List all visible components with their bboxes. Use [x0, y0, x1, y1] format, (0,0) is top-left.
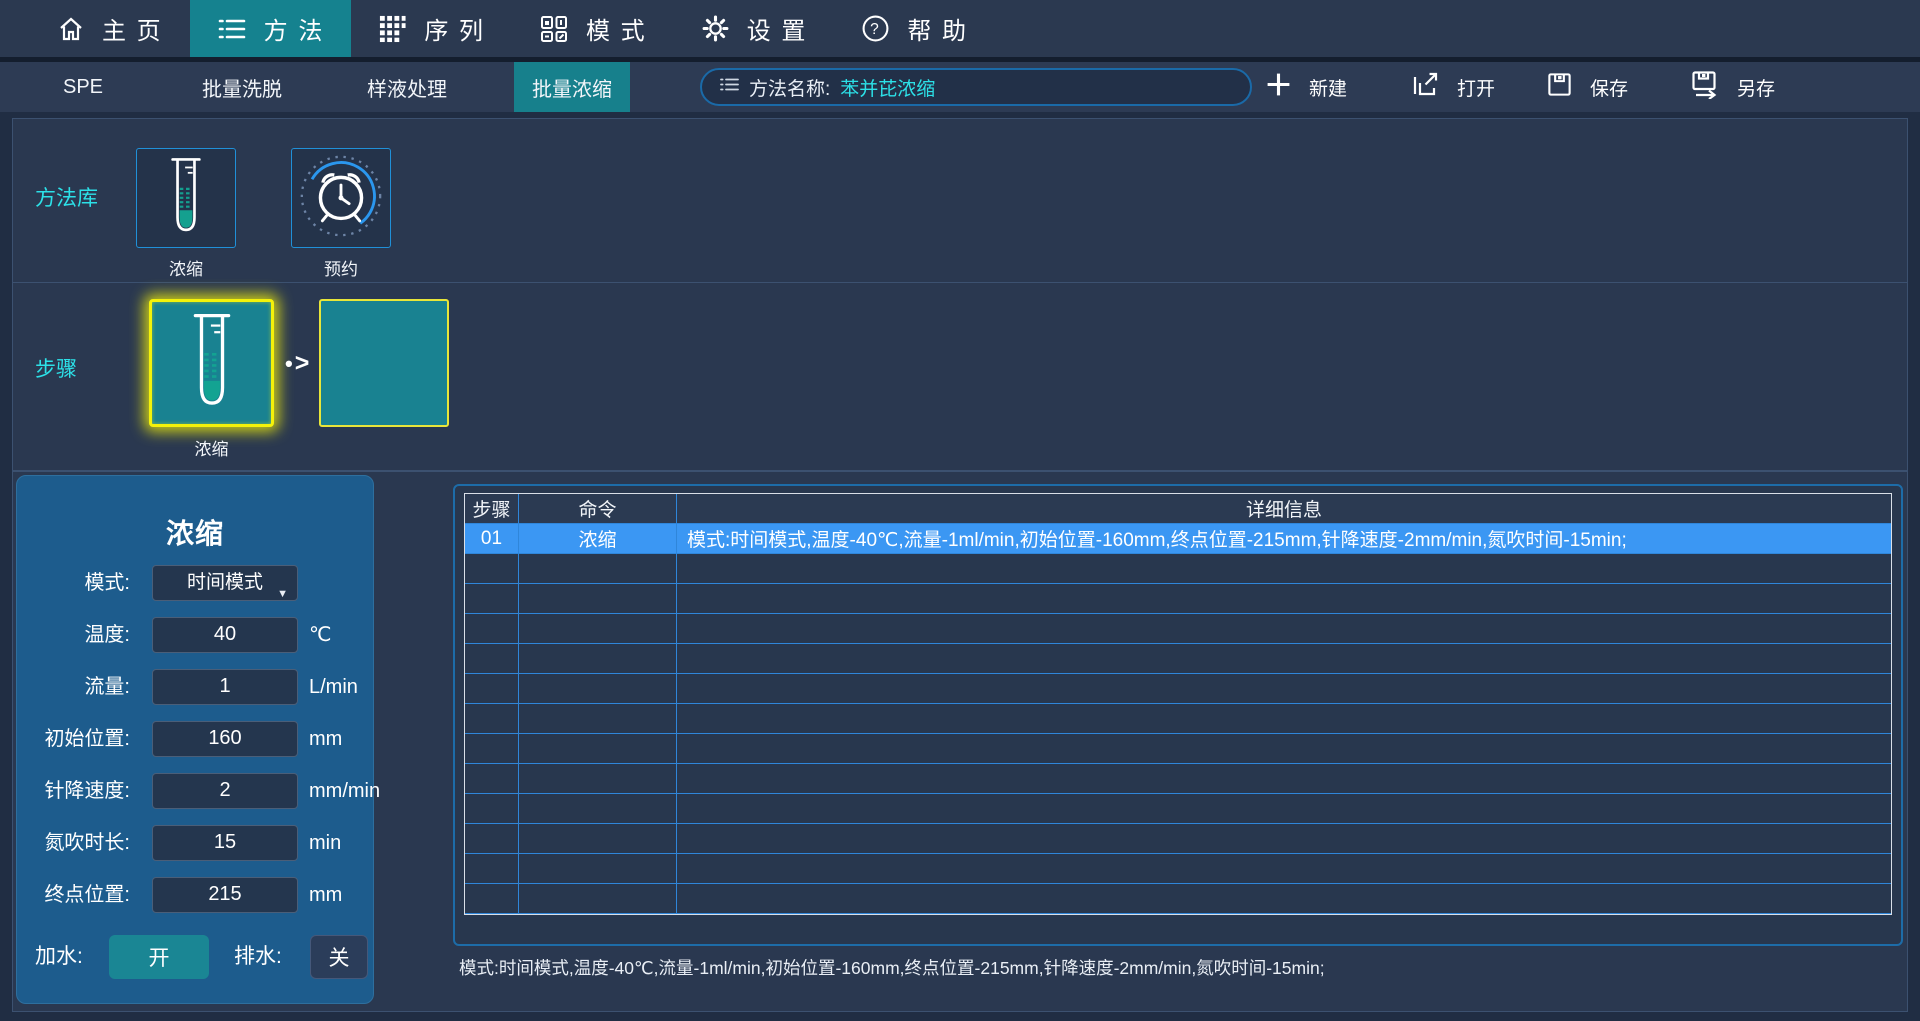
method-name-input[interactable]: 方法名称: 苯并芘浓缩 — [700, 68, 1252, 106]
plus-icon — [1265, 71, 1292, 104]
steps-panel-label: 步骤 — [35, 353, 77, 383]
form-row-toggles: 加水: 开 排水: 关 — [17, 935, 373, 979]
form-row-start-position: 初始位置: 160 mm — [17, 721, 373, 757]
table-row-empty[interactable] — [465, 614, 1891, 644]
alarm-clock-icon — [298, 153, 384, 244]
nav-item-settings[interactable]: 设 置 — [674, 0, 835, 57]
library-item-caption: 预约 — [291, 255, 391, 280]
test-tube-icon — [181, 310, 243, 417]
table-row-empty[interactable] — [465, 884, 1891, 914]
drain-toggle[interactable]: 关 — [310, 935, 368, 979]
header-step: 步骤 — [465, 494, 519, 524]
nav-item-label: 模 式 — [586, 11, 647, 46]
home-icon — [57, 15, 85, 43]
method-toolbar: SPE 批量洗脱 样液处理 批量浓缩 方法名称: 苯并芘浓缩 新建 打开 — [0, 62, 1920, 112]
help-circle-icon: ? — [861, 14, 890, 43]
nav-item-method[interactable]: 方 法 — [190, 0, 352, 57]
nav-item-mode[interactable]: 模 式 — [512, 0, 674, 57]
cell-command: 浓缩 — [519, 524, 677, 554]
table-row-empty[interactable] — [465, 554, 1891, 584]
method-library-panel: 方法库 浓缩 预约 — [12, 118, 1908, 283]
table-row-empty[interactable] — [465, 704, 1891, 734]
library-item-concentrate[interactable] — [136, 148, 236, 248]
step-caption: 浓缩 — [149, 435, 274, 460]
list-icon — [720, 77, 739, 97]
sequence-grid-icon — [378, 14, 407, 43]
chevron-down-icon: ▼ — [277, 578, 288, 611]
step-detail-panel: 浓缩 模式: 时间模式 ▼ 温度: 40 ℃ 流量: 1 L/min 初始位置: — [12, 471, 1908, 1012]
steps-panel: 步骤 •> 浓缩 — [12, 283, 1908, 471]
needle-speed-input[interactable]: 2 — [152, 773, 298, 809]
save-as-icon — [1690, 70, 1720, 105]
save-as-button[interactable]: 另存 — [1690, 62, 1775, 112]
form-row-flow: 流量: 1 L/min — [17, 669, 373, 705]
test-tube-icon — [161, 155, 211, 242]
nav-item-label: 序 列 — [424, 11, 485, 46]
nav-item-label: 帮 助 — [907, 11, 968, 46]
form-row-end-position: 终点位置: 215 mm — [17, 877, 373, 913]
method-name-label: 方法名称: — [749, 74, 830, 101]
top-nav: 主 页 方 法 序 列 模 式 设 置 — [0, 0, 1920, 57]
form-row-nitrogen-time: 氮吹时长: 15 min — [17, 825, 373, 861]
step-empty-slot[interactable] — [319, 299, 449, 427]
add-water-toggle[interactable]: 开 — [109, 935, 209, 979]
step-arrow-icon: •> — [285, 349, 309, 378]
table-row-empty[interactable] — [465, 764, 1891, 794]
mode-dropdown[interactable]: 时间模式 ▼ — [152, 565, 298, 601]
method-list-icon — [217, 16, 247, 42]
nav-item-label: 设 置 — [747, 11, 808, 46]
table-row-empty[interactable] — [465, 644, 1891, 674]
library-item-caption: 浓缩 — [136, 255, 236, 280]
save-button[interactable]: 保存 — [1546, 62, 1628, 112]
form-row-temperature: 温度: 40 ℃ — [17, 617, 373, 653]
save-icon — [1546, 71, 1573, 104]
method-name-value: 苯并芘浓缩 — [840, 74, 935, 101]
nav-item-label: 方 法 — [264, 11, 325, 46]
new-button[interactable]: 新建 — [1265, 62, 1347, 112]
cell-step: 01 — [465, 524, 519, 554]
cell-detail: 模式:时间模式,温度-40℃,流量-1ml/min,初始位置-160mm,终点位… — [677, 524, 1891, 554]
table-row-empty[interactable] — [465, 854, 1891, 884]
nitrogen-time-input[interactable]: 15 — [152, 825, 298, 861]
start-position-input[interactable]: 160 — [152, 721, 298, 757]
step-detail-status-text: 模式:时间模式,温度-40℃,流量-1ml/min,初始位置-160mm,终点位… — [459, 955, 1325, 980]
nav-item-help[interactable]: ? 帮 助 — [834, 0, 995, 57]
nav-item-label: 主 页 — [102, 11, 163, 46]
flow-input[interactable]: 1 — [152, 669, 298, 705]
tab-batch-concentration[interactable]: 批量浓缩 — [514, 62, 630, 112]
end-position-input[interactable]: 215 — [152, 877, 298, 913]
table-row-empty[interactable] — [465, 824, 1891, 854]
table-row-empty[interactable] — [465, 794, 1891, 824]
app-window: 主 页 方 法 序 列 模 式 设 置 — [0, 0, 1920, 1021]
temperature-input[interactable]: 40 — [152, 617, 298, 653]
form-row-needle-speed: 针降速度: 2 mm/min — [17, 773, 373, 809]
step-card-concentrate-selected[interactable] — [149, 299, 274, 427]
open-icon — [1412, 70, 1440, 104]
steps-table: 步骤 命令 详细信息 01 浓缩 模式:时间模式,温度-40℃,流量-1ml/m… — [464, 493, 1892, 915]
concentrate-form: 浓缩 模式: 时间模式 ▼ 温度: 40 ℃ 流量: 1 L/min 初始位置: — [16, 475, 374, 1004]
form-title: 浓缩 — [17, 512, 373, 552]
table-row-empty[interactable] — [465, 584, 1891, 614]
steps-table-container: 步骤 命令 详细信息 01 浓缩 模式:时间模式,温度-40℃,流量-1ml/m… — [453, 484, 1903, 946]
header-command: 命令 — [519, 494, 677, 524]
table-body: 01 浓缩 模式:时间模式,温度-40℃,流量-1ml/min,初始位置-160… — [465, 524, 1891, 914]
gear-icon — [701, 14, 730, 43]
nav-item-home[interactable]: 主 页 — [30, 0, 190, 57]
open-button[interactable]: 打开 — [1412, 62, 1495, 112]
header-detail: 详细信息 — [677, 494, 1891, 524]
tab-spe[interactable]: SPE — [25, 62, 141, 112]
table-row-empty[interactable] — [465, 734, 1891, 764]
mode-blocks-icon — [539, 14, 569, 44]
library-item-schedule[interactable] — [291, 148, 391, 248]
tab-batch-elution[interactable]: 批量洗脱 — [184, 62, 300, 112]
form-row-mode: 模式: 时间模式 ▼ — [17, 565, 373, 601]
svg-text:?: ? — [871, 21, 882, 38]
tab-sample-processing[interactable]: 样液处理 — [349, 62, 465, 112]
table-row-empty[interactable] — [465, 674, 1891, 704]
library-panel-label: 方法库 — [35, 182, 98, 212]
table-header-row: 步骤 命令 详细信息 — [465, 494, 1891, 524]
table-row-selected[interactable]: 01 浓缩 模式:时间模式,温度-40℃,流量-1ml/min,初始位置-160… — [465, 524, 1891, 554]
nav-item-sequence[interactable]: 序 列 — [351, 0, 512, 57]
